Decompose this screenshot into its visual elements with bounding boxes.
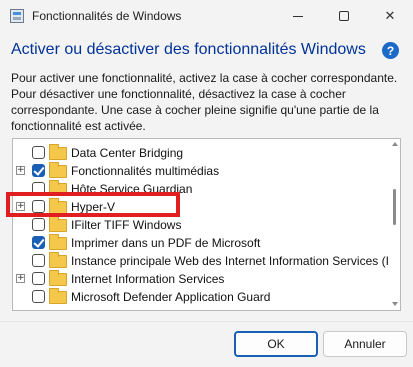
feature-label: IFilter TIFF Windows [71,218,182,232]
close-icon: ✕ [384,8,396,23]
feature-label: Data Center Bridging [71,146,184,160]
folder-icon [49,252,67,268]
title-bar: Fonctionnalités de Windows ✕ [0,0,413,32]
expand-plus-icon[interactable]: + [16,274,25,283]
feature-checkbox[interactable] [32,290,45,303]
feature-label: Microsoft Defender Application Guard [71,290,271,304]
ok-button[interactable]: OK [234,331,318,357]
feature-label: Imprimer dans un PDF de Microsoft [71,236,261,250]
scroll-thumb[interactable] [393,189,396,225]
maximize-button[interactable] [321,0,367,32]
scroll-up-arrow-icon[interactable] [392,142,398,146]
feature-checkbox[interactable] [32,254,45,267]
window-title: Fonctionnalités de Windows [32,9,182,23]
feature-label: Instance principale Web des Internet Inf… [71,254,401,268]
feature-row[interactable]: + Internet Information Services [13,270,391,288]
folder-icon [49,270,67,286]
feature-checkbox[interactable] [32,218,45,231]
dialog-heading: Activer ou désactiver des fonctionnalité… [11,41,366,58]
feature-row[interactable]: Data Center Bridging [13,144,391,162]
description-line: fonctionnalité est activée. [11,119,146,133]
description-text: Pour activer une fonctionnalité, activez… [11,70,406,134]
folder-icon [49,288,67,304]
help-icon[interactable]: ? [382,42,399,59]
feature-row[interactable]: Instance principale Web des Internet Inf… [13,252,400,270]
feature-label: Fonctionnalités multimédias [71,164,220,178]
vertical-scrollbar[interactable] [390,139,400,310]
folder-icon [49,144,67,160]
footer-divider [0,321,413,322]
cancel-button[interactable]: Annuler [323,331,407,357]
minimize-button[interactable] [275,0,321,32]
folder-icon [49,216,67,232]
hyper-v-highlight-box [6,192,180,217]
feature-label: Internet Information Services [71,272,225,286]
maximize-icon [339,11,349,21]
folder-icon [49,234,67,250]
feature-row[interactable]: + Fonctionnalités multimédias [13,162,391,180]
description-line: Pour désactiver une fonctionnalité, désa… [11,87,346,101]
minimize-icon [293,15,303,17]
feature-checkbox[interactable] [32,164,45,177]
feature-row[interactable]: IFilter TIFF Windows [13,216,391,234]
folder-icon [49,162,67,178]
help-glyph: ? [386,43,395,58]
feature-checkbox[interactable] [32,236,45,249]
close-button[interactable]: ✕ [367,0,413,32]
scroll-down-arrow-icon[interactable] [392,302,398,306]
expand-plus-icon[interactable]: + [16,166,25,175]
windows-features-icon [10,9,24,23]
description-line: correspondante. Une case à cocher pleine… [11,103,379,117]
feature-row[interactable]: Microsoft Defender Application Guard [13,288,391,306]
feature-checkbox[interactable] [32,146,45,159]
description-line: Pour activer une fonctionnalité, activez… [11,71,398,85]
features-tree[interactable]: Data Center Bridging + Fonctionnalités mul… [12,138,401,311]
feature-row[interactable]: Imprimer dans un PDF de Microsoft [13,234,391,252]
feature-checkbox[interactable] [32,272,45,285]
